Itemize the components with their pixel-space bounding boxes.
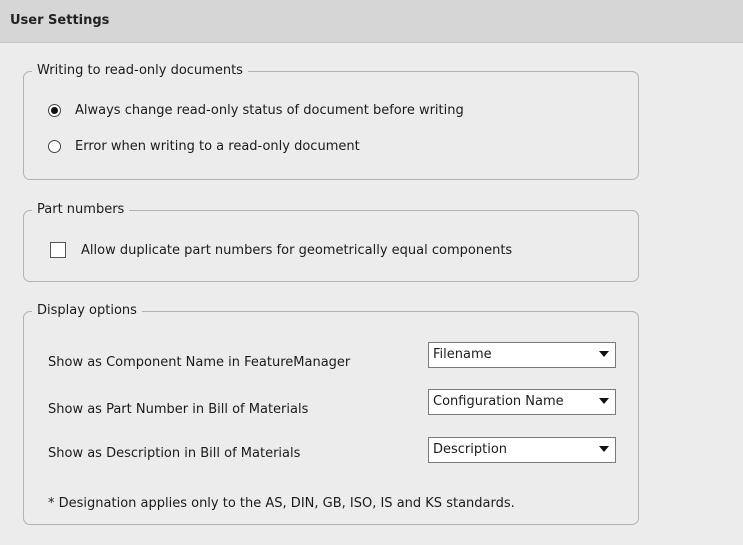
- always-change-radio[interactable]: [48, 103, 61, 117]
- allow-duplicate-option[interactable]: Allow duplicate part numbers for geometr…: [50, 241, 512, 259]
- designation-note: * Designation applies only to the AS, DI…: [48, 496, 515, 511]
- description-value: Description: [433, 442, 508, 457]
- part-number-value: Configuration Name: [433, 394, 564, 409]
- chevron-down-icon: [599, 446, 609, 452]
- display-options-legend: Display options: [32, 303, 142, 319]
- component-name-value: Filename: [433, 347, 492, 362]
- always-change-readonly-option[interactable]: Always change read-only status of docume…: [48, 101, 464, 119]
- writing-readonly-legend: Writing to read-only documents: [32, 63, 248, 79]
- chevron-down-icon: [599, 398, 609, 404]
- part-numbers-legend: Part numbers: [32, 202, 130, 218]
- chevron-down-icon: [599, 351, 609, 357]
- part-number-select[interactable]: Configuration Name: [428, 389, 616, 415]
- description-label: Show as Description in Bill of Materials: [48, 446, 301, 461]
- part-number-label: Show as Part Number in Bill of Materials: [48, 402, 309, 417]
- component-name-select[interactable]: Filename: [428, 342, 616, 368]
- header-title: User Settings: [10, 13, 110, 28]
- error-readonly-option[interactable]: Error when writing to a read-only docume…: [48, 137, 360, 155]
- part-numbers-group: Part numbers Allow duplicate part number…: [23, 202, 639, 282]
- allow-duplicate-checkbox[interactable]: [50, 242, 66, 258]
- error-readonly-radio[interactable]: [48, 139, 61, 153]
- allow-duplicate-label: Allow duplicate part numbers for geometr…: [81, 242, 513, 258]
- always-change-label: Always change read-only status of docume…: [75, 102, 464, 118]
- description-select[interactable]: Description: [428, 437, 616, 463]
- settings-header: User Settings: [0, 0, 743, 43]
- writing-readonly-group: Writing to read-only documents Always ch…: [23, 63, 639, 180]
- error-readonly-label: Error when writing to a read-only docume…: [75, 138, 360, 154]
- display-options-group: Display options Show as Component Name i…: [23, 303, 639, 525]
- component-name-label: Show as Component Name in FeatureManager: [48, 355, 351, 370]
